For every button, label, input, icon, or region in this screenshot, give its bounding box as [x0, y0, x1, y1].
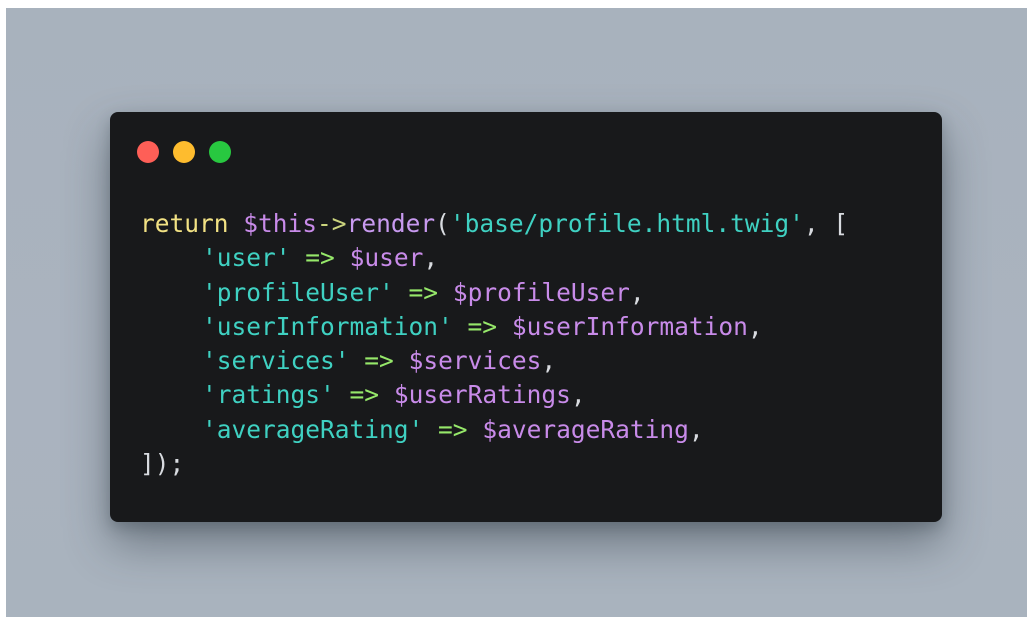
- maximize-dot-icon: [209, 141, 231, 163]
- window-controls: [137, 141, 231, 163]
- arrow-operator: ->: [317, 209, 347, 238]
- code-line-2: 'user' => $user,: [140, 241, 848, 275]
- code-line-7: 'averageRating' => $averageRating,: [140, 413, 848, 447]
- array-key: 'averageRating': [202, 414, 424, 444]
- comma: ,: [688, 414, 704, 444]
- code-line-8: ]);: [140, 447, 848, 481]
- double-arrow: =>: [349, 380, 380, 410]
- code-block: return $this->render('base/profile.html.…: [140, 207, 848, 481]
- comma: ,: [629, 277, 645, 307]
- array-value: $averageRating: [482, 414, 689, 444]
- close-dot-icon: [137, 141, 159, 163]
- array-key: 'userInformation': [202, 311, 453, 341]
- template-string: 'base/profile.html.twig': [449, 209, 804, 238]
- double-arrow: =>: [467, 311, 498, 341]
- code-line-4: 'userInformation' => $userInformation,: [140, 310, 848, 344]
- double-arrow: =>: [364, 346, 394, 376]
- array-value: $profileUser: [452, 277, 630, 307]
- code-line-1: return $this->render('base/profile.html.…: [140, 207, 848, 241]
- open-bracket: , [: [803, 209, 849, 238]
- array-value: $userInformation: [511, 311, 748, 341]
- comma: ,: [747, 311, 763, 341]
- closing-bracket: ]);: [140, 449, 185, 479]
- open-paren: (: [435, 209, 450, 238]
- double-arrow: =>: [305, 243, 335, 273]
- array-key: 'ratings': [202, 380, 335, 410]
- background-frame: return $this->render('base/profile.html.…: [6, 8, 1027, 617]
- comma: ,: [570, 380, 586, 410]
- comma: ,: [423, 243, 439, 273]
- array-value: $services: [408, 346, 542, 376]
- minimize-dot-icon: [173, 141, 195, 163]
- array-value: $user: [349, 243, 424, 273]
- array-key: 'profileUser': [202, 277, 394, 307]
- double-arrow: =>: [438, 414, 468, 444]
- code-window: return $this->render('base/profile.html.…: [110, 112, 942, 522]
- code-line-5: 'services' => $services,: [140, 344, 848, 378]
- return-keyword: return: [140, 209, 229, 238]
- array-key: 'services': [202, 346, 350, 376]
- array-key: 'user': [202, 243, 291, 273]
- this-variable: $this: [243, 209, 318, 238]
- render-method: render: [346, 209, 436, 238]
- double-arrow: =>: [408, 277, 439, 307]
- code-line-6: 'ratings' => $userRatings,: [140, 378, 848, 412]
- array-value: $userRatings: [393, 380, 571, 410]
- comma: ,: [541, 346, 557, 376]
- code-line-3: 'profileUser' => $profileUser,: [140, 276, 848, 310]
